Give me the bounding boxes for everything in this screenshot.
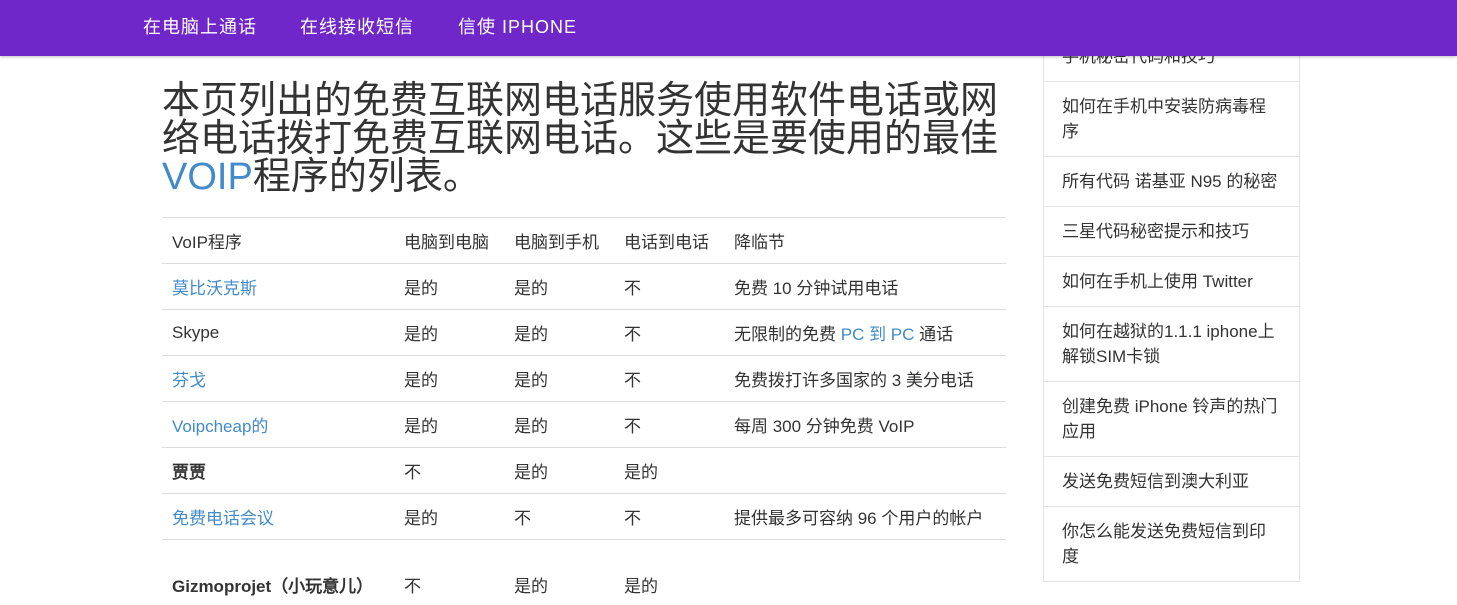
phone-to-phone-cell: 不 bbox=[614, 402, 724, 448]
table-row: Gizmoprojet（小玩意儿）不是的是的 bbox=[162, 540, 1006, 605]
sidebar-article-link[interactable]: 创建免费 iPhone 铃声的热门应用 bbox=[1044, 382, 1299, 457]
note-text-before: 无限制的免费 bbox=[734, 325, 841, 344]
program-name: Skype bbox=[172, 323, 219, 342]
header-pc-to-pc: 电脑到电脑 bbox=[394, 218, 504, 264]
sidebar-article-link[interactable]: 如何在越狱的1.1.1 iphone上解锁SIM卡锁 bbox=[1044, 307, 1299, 382]
note-cell: 免费拨打许多国家的 3 美分电话 bbox=[724, 356, 1006, 402]
phone-to-phone-cell: 不 bbox=[614, 264, 724, 310]
program-cell: 贾贾 bbox=[162, 448, 394, 494]
pc-to-phone-cell: 是的 bbox=[504, 264, 614, 310]
note-cell: 免费 10 分钟试用电话 bbox=[724, 264, 1006, 310]
header-phone-to-phone: 电话到电话 bbox=[614, 218, 724, 264]
program-link[interactable]: 免费电话会议 bbox=[172, 509, 274, 528]
sidebar-article-link[interactable]: 你怎么能发送免费短信到印度 bbox=[1044, 507, 1299, 582]
program-name: 贾贾 bbox=[172, 463, 206, 482]
pc-to-phone-cell: 是的 bbox=[504, 356, 614, 402]
pc-to-pc-cell: 不 bbox=[394, 448, 504, 494]
note-pc-to-pc-link[interactable]: PC 到 PC bbox=[841, 325, 915, 344]
voip-programs-table: VoIP程序 电脑到电脑 电脑到手机 电话到电话 降临节 莫比沃克斯是的是的不免… bbox=[162, 217, 1006, 605]
program-cell: 免费电话会议 bbox=[162, 494, 394, 540]
pc-to-phone-cell: 不 bbox=[504, 494, 614, 540]
program-cell: 莫比沃克斯 bbox=[162, 264, 394, 310]
note-cell bbox=[724, 540, 1006, 605]
table-header-row: VoIP程序 电脑到电脑 电脑到手机 电话到电话 降临节 bbox=[162, 218, 1006, 264]
program-cell: Skype bbox=[162, 310, 394, 356]
sidebar-article-link[interactable]: 发送免费短信到澳大利亚 bbox=[1044, 457, 1299, 507]
phone-to-phone-cell: 是的 bbox=[614, 540, 724, 605]
header-program: VoIP程序 bbox=[162, 218, 394, 264]
pc-to-phone-cell: 是的 bbox=[504, 310, 614, 356]
table-row: 免费电话会议是的不不提供最多可容纳 96 个用户的帐户 bbox=[162, 494, 1006, 540]
table-row: 贾贾不是的是的 bbox=[162, 448, 1006, 494]
pc-to-phone-cell: 是的 bbox=[504, 448, 614, 494]
note-cell: 提供最多可容纳 96 个用户的帐户 bbox=[724, 494, 1006, 540]
pc-to-pc-cell: 是的 bbox=[394, 264, 504, 310]
header-pc-to-phone: 电脑到手机 bbox=[504, 218, 614, 264]
sidebar-article-link[interactable]: 三星代码秘密提示和技巧 bbox=[1044, 207, 1299, 257]
pc-to-pc-cell: 不 bbox=[394, 540, 504, 605]
program-link[interactable]: 芬戈 bbox=[172, 371, 206, 390]
nav-link-call-on-pc[interactable]: 在电脑上通话 bbox=[143, 13, 257, 39]
note-text-after: 通话 bbox=[914, 325, 953, 344]
pc-to-pc-cell: 是的 bbox=[394, 356, 504, 402]
sidebar-article-link[interactable]: 如何在手机中安装防病毒程序 bbox=[1044, 82, 1299, 157]
table-row: Voipcheap的是的是的不每周 300 分钟免费 VoIP bbox=[162, 402, 1006, 448]
table-row: Skype是的是的不无限制的免费 PC 到 PC 通话 bbox=[162, 310, 1006, 356]
top-navbar: 在电脑上通话 在线接收短信 信使 IPHONE bbox=[0, 0, 1457, 56]
program-cell: Gizmoprojet（小玩意儿） bbox=[162, 540, 394, 605]
sidebar-article-link[interactable]: 如何在手机上使用 Twitter bbox=[1044, 257, 1299, 307]
program-cell: 芬戈 bbox=[162, 356, 394, 402]
heading-text-before: 本页列出的免费互联网电话服务使用软件电话或网络电话拨打免费互联网电话。这些是要使… bbox=[162, 80, 998, 160]
sidebar-article-list: 手机秘密代码和技巧如何在手机中安装防病毒程序所有代码 诺基亚 N95 的秘密三星… bbox=[1043, 30, 1300, 582]
pc-to-pc-cell: 是的 bbox=[394, 494, 504, 540]
program-link[interactable]: 莫比沃克斯 bbox=[172, 279, 257, 298]
heading-text-after: 程序的列表。 bbox=[253, 156, 481, 198]
note-cell bbox=[724, 448, 1006, 494]
program-cell: Voipcheap的 bbox=[162, 402, 394, 448]
nav-link-messenger-iphone[interactable]: 信使 IPHONE bbox=[458, 13, 577, 39]
sidebar-article-link[interactable]: 所有代码 诺基亚 N95 的秘密 bbox=[1044, 157, 1299, 207]
pc-to-phone-cell: 是的 bbox=[504, 402, 614, 448]
pc-to-phone-cell: 是的 bbox=[504, 540, 614, 605]
nav-link-receive-sms-online[interactable]: 在线接收短信 bbox=[300, 13, 414, 39]
note-cell: 每周 300 分钟免费 VoIP bbox=[724, 402, 1006, 448]
phone-to-phone-cell: 不 bbox=[614, 310, 724, 356]
pc-to-pc-cell: 是的 bbox=[394, 402, 504, 448]
phone-to-phone-cell: 不 bbox=[614, 356, 724, 402]
table-row: 莫比沃克斯是的是的不免费 10 分钟试用电话 bbox=[162, 264, 1006, 310]
pc-to-pc-cell: 是的 bbox=[394, 310, 504, 356]
header-note: 降临节 bbox=[724, 218, 1006, 264]
program-link[interactable]: Voipcheap的 bbox=[172, 417, 268, 436]
program-name: Gizmoprojet（小玩意儿） bbox=[172, 577, 373, 596]
phone-to-phone-cell: 是的 bbox=[614, 448, 724, 494]
phone-to-phone-cell: 不 bbox=[614, 494, 724, 540]
note-cell: 无限制的免费 PC 到 PC 通话 bbox=[724, 310, 1006, 356]
page-heading: 本页列出的免费互联网电话服务使用软件电话或网络电话拨打免费互联网电话。这些是要使… bbox=[162, 82, 1022, 196]
table-row: 芬戈是的是的不免费拨打许多国家的 3 美分电话 bbox=[162, 356, 1006, 402]
heading-voip-link[interactable]: VOIP bbox=[162, 156, 253, 198]
